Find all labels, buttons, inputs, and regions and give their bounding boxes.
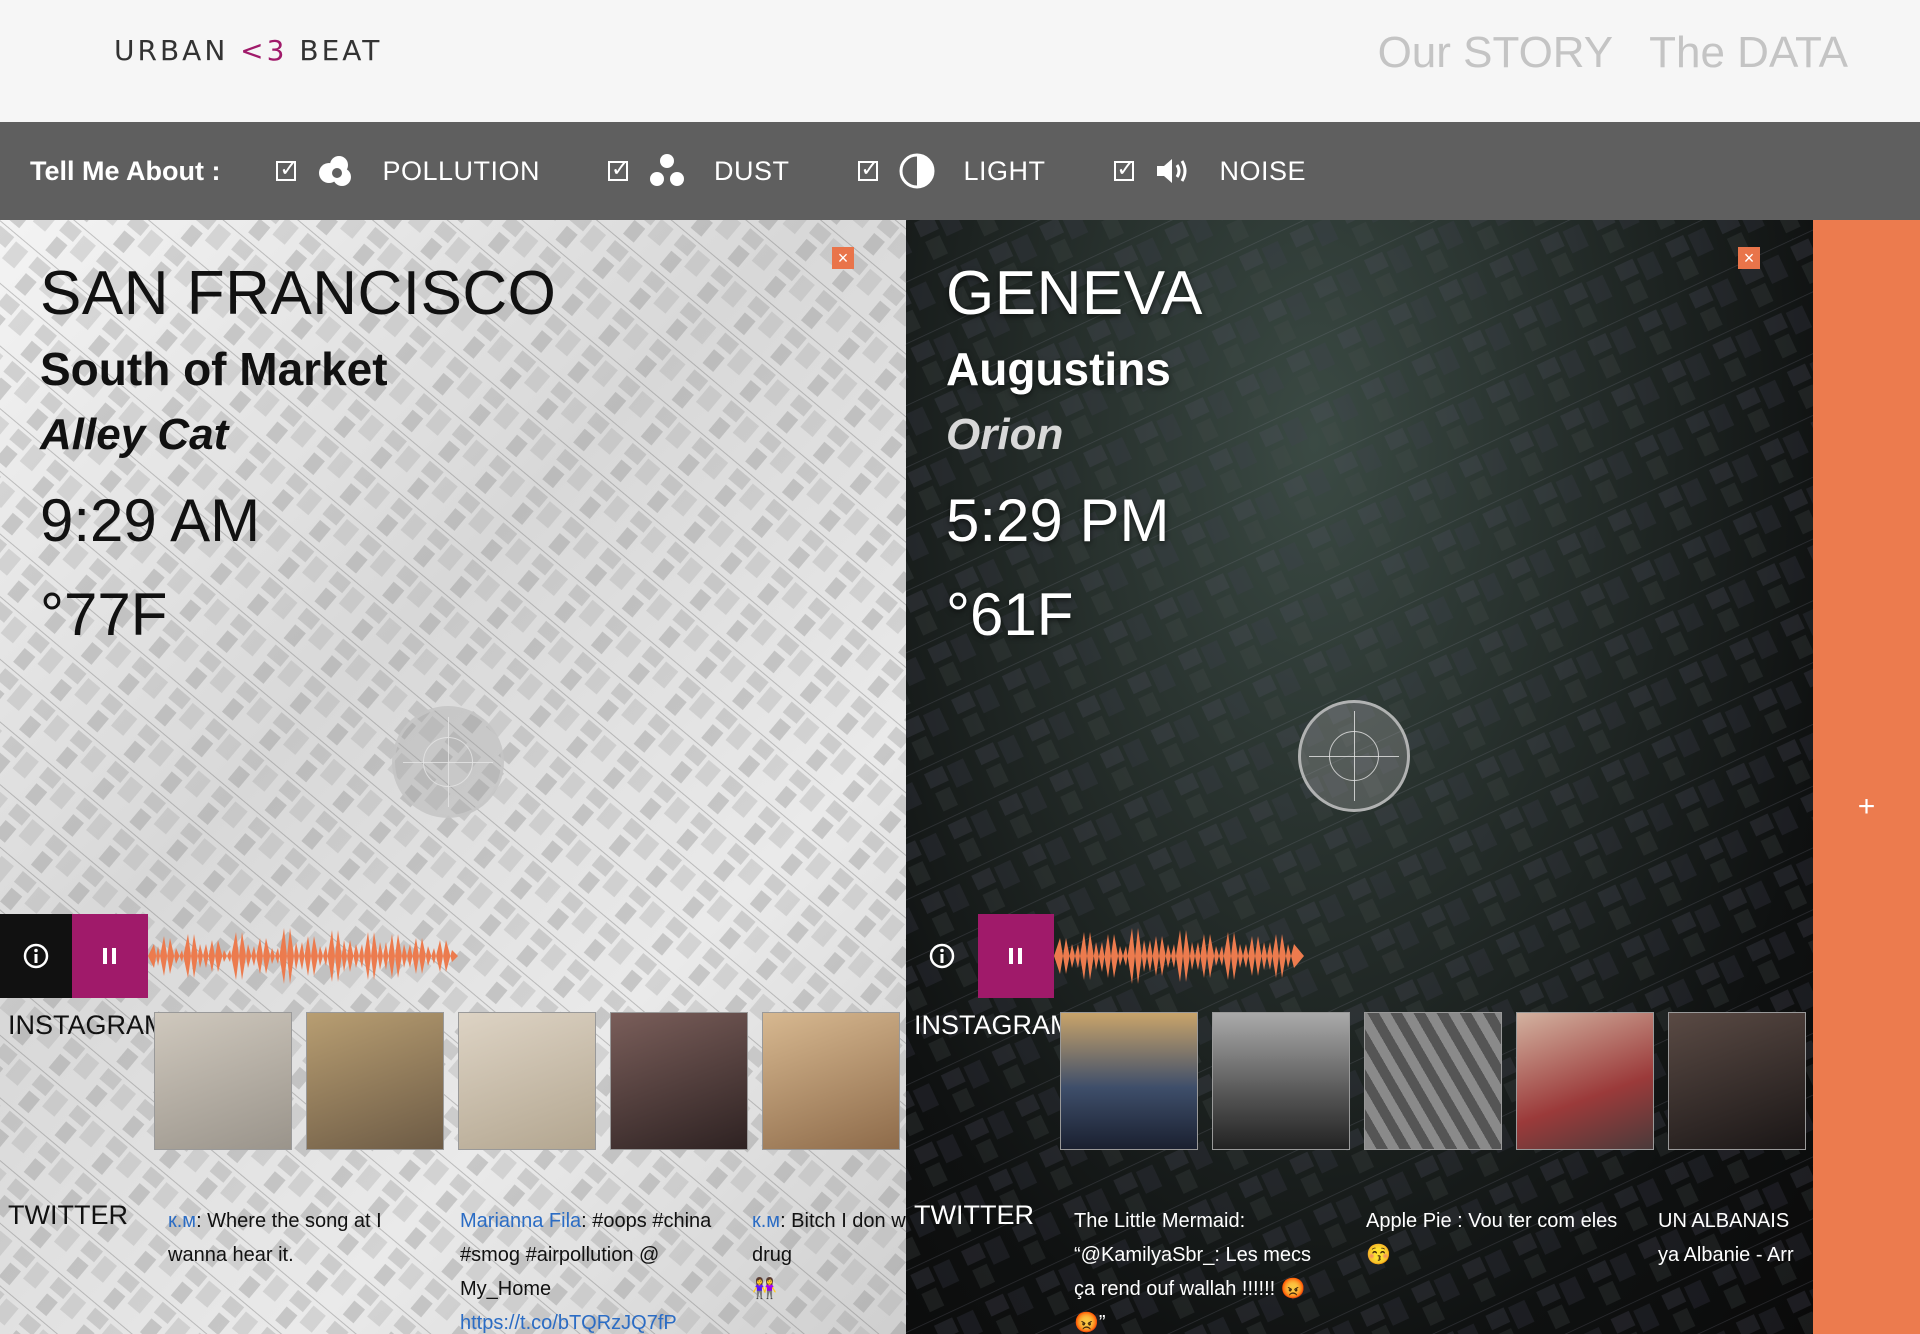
pollution-label: POLLUTION xyxy=(382,155,541,186)
instagram-thumbnails xyxy=(1060,1012,1806,1150)
audio-waveform[interactable] xyxy=(148,914,458,998)
info-button[interactable] xyxy=(0,914,72,998)
noise-checkbox[interactable] xyxy=(1113,156,1135,182)
instagram-thumbnail[interactable] xyxy=(1516,1012,1654,1150)
dust-dots-icon xyxy=(646,150,688,192)
instagram-thumbnails xyxy=(154,1012,900,1150)
audio-player xyxy=(0,914,458,998)
instagram-thumbnail[interactable] xyxy=(154,1012,292,1150)
light-label: LIGHT xyxy=(963,155,1046,186)
filter-noise[interactable]: NOISE xyxy=(1113,150,1307,192)
pause-button[interactable] xyxy=(978,914,1054,998)
tweet[interactable]: Marianna Fila: #oops #china #smog #airpo… xyxy=(460,1204,722,1334)
tweet-user[interactable]: UN ALBANAIS xyxy=(1658,1210,1789,1232)
tweet[interactable]: Apple Pie : Vou ter com eles 😚 xyxy=(1366,1204,1628,1334)
logo-text-urban: URBAN xyxy=(114,34,229,67)
info-icon xyxy=(23,943,49,969)
close-panel-button[interactable]: × xyxy=(832,247,854,269)
twitter-label: TWITTER xyxy=(914,1200,1034,1230)
filter-light[interactable]: LIGHT xyxy=(857,150,1046,192)
sensor-name: Orion xyxy=(946,410,1064,459)
instagram-thumbnail[interactable] xyxy=(1364,1012,1502,1150)
nav-the-data[interactable]: The DATA xyxy=(1649,28,1848,78)
tweet-user[interactable]: к.м xyxy=(752,1210,780,1232)
audio-waveform[interactable] xyxy=(1054,914,1304,998)
close-panel-button[interactable]: × xyxy=(1738,247,1760,269)
filter-dust[interactable]: DUST xyxy=(608,150,790,192)
toolbar-label: Tell Me About : xyxy=(30,155,221,186)
info-button[interactable] xyxy=(906,914,978,998)
location-radar-marker[interactable] xyxy=(392,706,504,818)
add-city-column[interactable]: + xyxy=(1813,220,1920,1334)
tweet-text: ya Albanie - Arr xyxy=(1658,1244,1794,1266)
pause-icon xyxy=(103,948,116,964)
tweet-user[interactable]: Marianna Fila xyxy=(460,1210,581,1232)
pollution-cloud-icon xyxy=(314,150,356,192)
city-panel-geneva: × GENEVA Augustins Orion 5:29 PM °61F IN… xyxy=(906,220,1813,1334)
logo[interactable]: URBAN <3 BEAT xyxy=(114,34,382,67)
instagram-thumbnail[interactable] xyxy=(306,1012,444,1150)
light-contrast-icon xyxy=(896,150,938,192)
neighborhood-name: Augustins xyxy=(946,343,1171,395)
logo-text-beat: BEAT xyxy=(299,34,383,67)
tweet-emoji: 👭 xyxy=(752,1278,777,1300)
tweet-user[interactable]: к.м xyxy=(168,1210,196,1232)
instagram-thumbnail[interactable] xyxy=(1060,1012,1198,1150)
tweet[interactable]: к.м: Bitch I don weed that drug 👭 xyxy=(752,1204,906,1334)
light-checkbox[interactable] xyxy=(857,156,879,182)
sensor-name: Alley Cat xyxy=(40,410,229,459)
tweet-list: к.м: Where the song at I wanna hear it. … xyxy=(168,1204,906,1334)
main-nav: Our STORY The DATA xyxy=(1378,28,1848,78)
tweet[interactable]: The Little Mermaid: “@KamilyaSbr_: Les m… xyxy=(1074,1204,1336,1334)
pollution-checkbox[interactable] xyxy=(276,156,298,182)
instagram-thumbnail[interactable] xyxy=(458,1012,596,1150)
dust-checkbox[interactable] xyxy=(608,156,629,182)
filter-pollution[interactable]: POLLUTION xyxy=(276,150,540,192)
tweet-user[interactable]: The Little Mermaid xyxy=(1074,1210,1240,1232)
temperature: °61F xyxy=(946,581,1074,648)
nav-our-story[interactable]: Our STORY xyxy=(1378,28,1614,78)
speaker-icon xyxy=(1152,150,1194,192)
instagram-thumbnail[interactable] xyxy=(1212,1012,1350,1150)
filter-toolbar: Tell Me About : POLLUTION DUST LIGHT NOI… xyxy=(0,122,1920,220)
instagram-label: INSTAGRAM xyxy=(914,1010,1073,1040)
location-radar-marker[interactable] xyxy=(1298,700,1410,812)
logo-heart: <3 xyxy=(240,34,288,67)
local-time: 5:29 PM xyxy=(946,487,1170,554)
city-name: SAN FRANCISCO xyxy=(40,259,557,328)
instagram-label: INSTAGRAM xyxy=(8,1010,167,1040)
audio-player xyxy=(906,914,1304,998)
add-city-button[interactable]: + xyxy=(1813,790,1920,824)
noise-label: NOISE xyxy=(1219,155,1307,186)
instagram-thumbnail[interactable] xyxy=(762,1012,900,1150)
instagram-thumbnail[interactable] xyxy=(610,1012,748,1150)
twitter-label: TWITTER xyxy=(8,1200,128,1230)
city-name: GENEVA xyxy=(946,259,1203,328)
city-panel-san-francisco: × SAN FRANCISCO South of Market Alley Ca… xyxy=(0,220,906,1334)
local-time: 9:29 AM xyxy=(40,487,261,554)
dust-label: DUST xyxy=(714,155,790,186)
instagram-thumbnail[interactable] xyxy=(1668,1012,1806,1150)
tweet-link[interactable]: https://t.co/bTQRzJQ7fP xyxy=(460,1306,722,1334)
tweet[interactable]: UN ALBANAIS ya Albanie - Arr xyxy=(1658,1204,1798,1334)
tweet-user[interactable]: Apple Pie xyxy=(1366,1210,1452,1232)
temperature: °77F xyxy=(40,581,168,648)
neighborhood-name: South of Market xyxy=(40,343,388,395)
tweet[interactable]: к.м: Where the song at I wanna hear it. xyxy=(168,1204,430,1334)
pause-button[interactable] xyxy=(72,914,148,998)
header: URBAN <3 BEAT Our STORY The DATA xyxy=(0,0,1920,122)
info-icon xyxy=(929,943,955,969)
pause-icon xyxy=(1009,948,1022,964)
tweet-text: : Where the song at I wanna hear it. xyxy=(168,1210,382,1266)
tweet-list: The Little Mermaid: “@KamilyaSbr_: Les m… xyxy=(1074,1204,1798,1334)
